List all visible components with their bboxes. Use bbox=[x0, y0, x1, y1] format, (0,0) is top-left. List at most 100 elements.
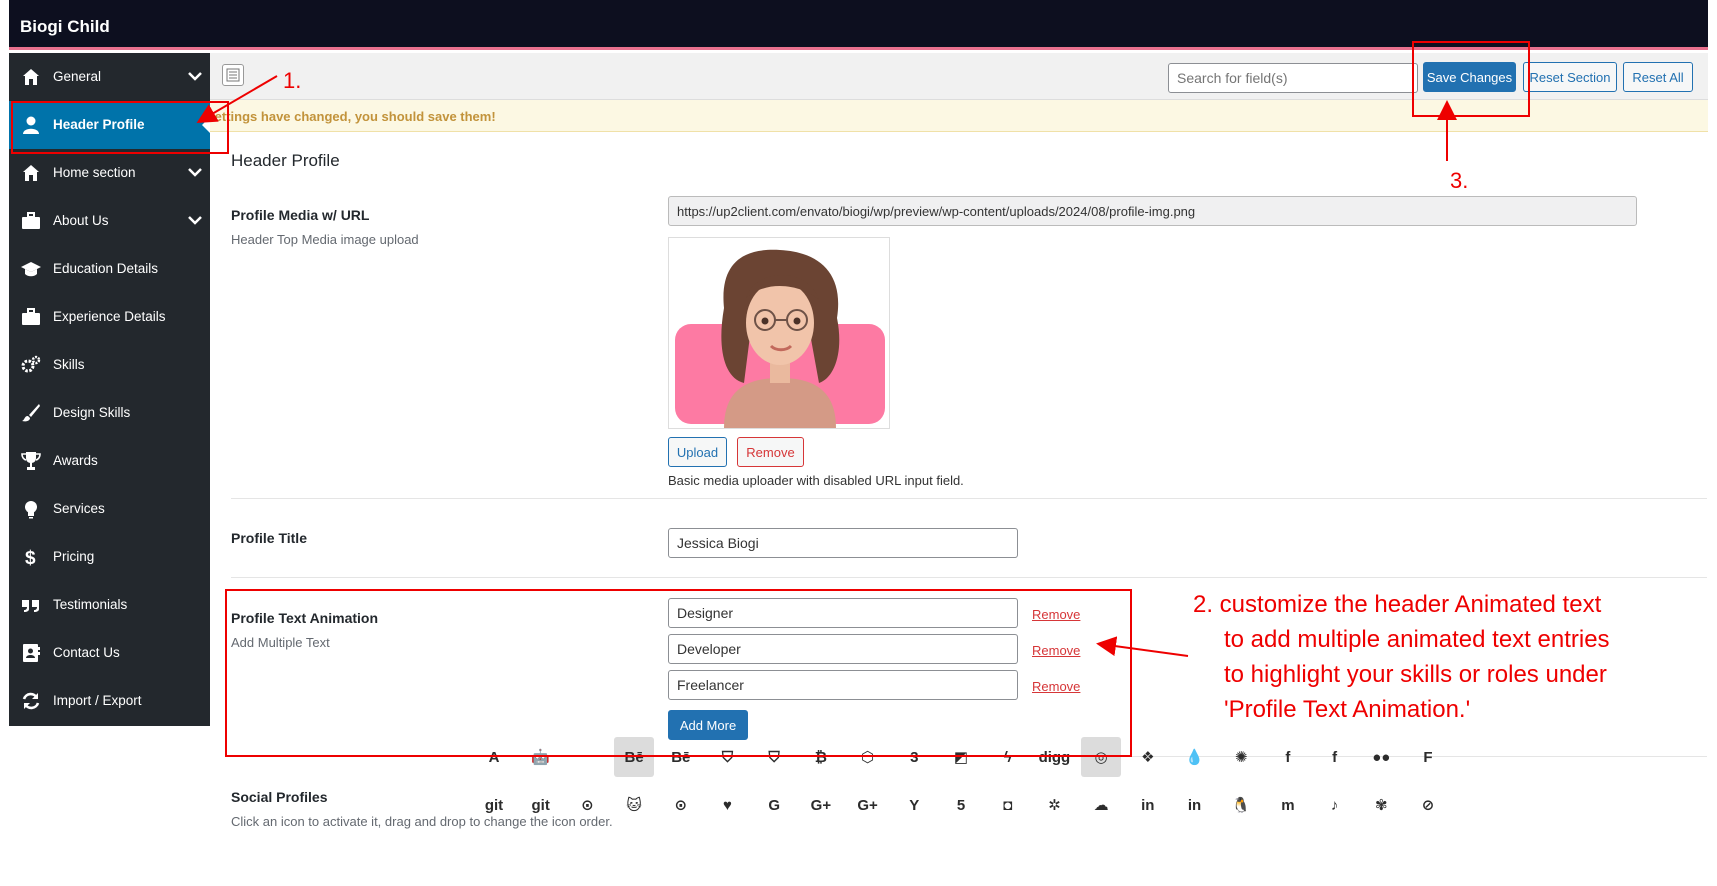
animation-text-input[interactable]: Freelancer bbox=[668, 670, 1018, 700]
sidebar-item-contact-us[interactable]: Contact Us bbox=[9, 629, 210, 677]
trophy-icon bbox=[21, 452, 41, 470]
instagram-icon[interactable]: ◘ bbox=[988, 785, 1028, 825]
profile-title-input[interactable]: Jessica Biogi bbox=[668, 528, 1018, 558]
google-plus-square-icon[interactable]: G+ bbox=[848, 785, 888, 825]
sidebar-item-import-export[interactable]: Import / Export bbox=[9, 677, 210, 725]
foursquare-icon[interactable]: F bbox=[1408, 737, 1448, 777]
remove-entry-link[interactable]: Remove bbox=[1032, 607, 1080, 622]
linux-icon[interactable]: 🐧 bbox=[1221, 785, 1261, 825]
divider bbox=[231, 498, 1707, 499]
add-more-button[interactable]: Add More bbox=[668, 710, 748, 740]
list-icon bbox=[226, 68, 240, 82]
github-icon[interactable]: ⊙ bbox=[567, 785, 607, 825]
sidebar-item-label: General bbox=[53, 69, 102, 84]
sidebar-item-label: Design Skills bbox=[53, 405, 131, 420]
hacker-news-icon[interactable]: Y bbox=[894, 785, 934, 825]
reset-section-button[interactable]: Reset Section bbox=[1523, 62, 1617, 92]
digg-icon[interactable]: digg bbox=[1034, 737, 1074, 777]
facebook-icon[interactable]: f bbox=[1268, 737, 1308, 777]
bitbucket-icon[interactable]: ⛉ bbox=[708, 737, 748, 777]
sidebar-item-experience-details[interactable]: Experience Details bbox=[9, 293, 210, 341]
gratipay-icon[interactable]: ♥ bbox=[708, 785, 748, 825]
user-icon bbox=[23, 116, 39, 134]
animation-text-input[interactable]: Designer bbox=[668, 598, 1018, 628]
briefcase-icon bbox=[22, 308, 40, 325]
sidebar-item-label: Education Details bbox=[53, 261, 159, 276]
expand-toggle-button[interactable] bbox=[222, 64, 244, 86]
apple-icon[interactable] bbox=[567, 737, 607, 777]
sidebar-item-services[interactable]: Services bbox=[9, 485, 210, 533]
briefcase-icon bbox=[22, 212, 40, 229]
pied-piper-icon[interactable]: ✾ bbox=[1361, 785, 1401, 825]
flickr-icon[interactable]: ●● bbox=[1361, 737, 1401, 777]
github-square-icon[interactable]: ⊙ bbox=[661, 785, 701, 825]
sidebar-item-label: Skills bbox=[53, 357, 85, 372]
profile-avatar-image bbox=[675, 249, 885, 428]
chevron-down-icon bbox=[188, 216, 202, 225]
css3-icon[interactable]: 3 bbox=[894, 737, 934, 777]
android-icon[interactable]: 🤖 bbox=[521, 737, 561, 777]
medium-icon[interactable]: m bbox=[1268, 785, 1308, 825]
sidebar-item-label: Pricing bbox=[53, 549, 95, 564]
delicious-icon[interactable]: ◩ bbox=[941, 737, 981, 777]
html5-icon[interactable]: 5 bbox=[941, 785, 981, 825]
animation-text-input[interactable]: Developer bbox=[668, 634, 1018, 664]
dribbble-icon[interactable]: ◎ bbox=[1081, 737, 1122, 777]
empire-icon[interactable]: ✺ bbox=[1221, 737, 1261, 777]
safari-icon[interactable]: ⊘ bbox=[1408, 785, 1448, 825]
dropbox-icon[interactable]: ❖ bbox=[1128, 737, 1168, 777]
sidebar-item-label: Contact Us bbox=[53, 645, 120, 660]
sidebar-item-awards[interactable]: Awards bbox=[9, 437, 210, 485]
tiktok-icon[interactable]: ♪ bbox=[1315, 785, 1355, 825]
google-plus-icon[interactable]: G+ bbox=[801, 785, 841, 825]
sidebar-item-label: Import / Export bbox=[53, 693, 142, 708]
codepen-icon[interactable]: ⬡ bbox=[848, 737, 888, 777]
behance-icon[interactable]: Bē bbox=[614, 737, 655, 777]
bitcoin-icon[interactable]: ₿ bbox=[801, 737, 841, 777]
sidebar-item-pricing[interactable]: $ Pricing bbox=[9, 533, 210, 581]
sidebar-item-general[interactable]: General bbox=[9, 53, 210, 101]
git-square-icon[interactable]: git bbox=[521, 785, 561, 825]
unsaved-notice: Settings have changed, you should save t… bbox=[206, 100, 1708, 132]
joomla-icon[interactable]: ✲ bbox=[1034, 785, 1074, 825]
linkedin-square-icon[interactable]: in bbox=[1175, 785, 1215, 825]
toolbar: Save Changes Reset Section Reset All bbox=[210, 53, 1708, 100]
sidebar-item-label: About Us bbox=[53, 213, 109, 228]
upload-button[interactable]: Upload bbox=[668, 437, 727, 467]
drupal-icon[interactable]: 💧 bbox=[1175, 737, 1215, 777]
sidebar-item-about-us[interactable]: About Us bbox=[9, 197, 210, 245]
behance-square-icon[interactable]: Bē bbox=[661, 737, 701, 777]
sidebar-item-design-skills[interactable]: Design Skills bbox=[9, 389, 210, 437]
bitbucket-square-icon[interactable]: ⛉ bbox=[754, 737, 794, 777]
sidebar-item-testimonials[interactable]: Testimonials bbox=[9, 581, 210, 629]
reset-all-button[interactable]: Reset All bbox=[1623, 62, 1693, 92]
google-icon[interactable]: G bbox=[754, 785, 794, 825]
lightbulb-icon bbox=[25, 501, 37, 519]
sidebar-item-skills[interactable]: Skills bbox=[9, 341, 210, 389]
svg-text:$: $ bbox=[25, 548, 36, 567]
chevron-down-icon bbox=[188, 168, 202, 177]
notice-text: Settings have changed, you should save t… bbox=[206, 109, 496, 124]
profile-title-label: Profile Title bbox=[231, 530, 307, 546]
sidebar-item-header-profile[interactable]: Header Profile bbox=[9, 101, 210, 149]
search-input[interactable] bbox=[1168, 63, 1418, 93]
save-changes-button[interactable]: Save Changes bbox=[1423, 62, 1516, 92]
facebook-square-icon[interactable]: f bbox=[1315, 737, 1355, 777]
sidebar-item-home-section[interactable]: Home section bbox=[9, 149, 210, 197]
remove-entry-link[interactable]: Remove bbox=[1032, 643, 1080, 658]
divider bbox=[231, 577, 1707, 578]
linkedin-icon[interactable]: in bbox=[1128, 785, 1168, 825]
home-icon bbox=[23, 165, 39, 181]
section-title: Header Profile bbox=[231, 151, 340, 170]
git-icon[interactable]: git bbox=[474, 785, 514, 825]
jsfiddle-icon[interactable]: ☁ bbox=[1081, 785, 1121, 825]
github-alt-icon[interactable]: 🐱 bbox=[614, 785, 654, 825]
profile-media-description: Header Top Media image upload bbox=[231, 232, 419, 247]
app-store-icon[interactable]: A bbox=[474, 737, 514, 777]
deviantart-icon[interactable]: ϟ bbox=[988, 737, 1028, 777]
remove-entry-link[interactable]: Remove bbox=[1032, 679, 1080, 694]
address-card-icon bbox=[23, 644, 40, 662]
remove-media-button[interactable]: Remove bbox=[737, 437, 804, 467]
sidebar-item-education-details[interactable]: Education Details bbox=[9, 245, 210, 293]
profile-media-url-field: https://up2client.com/envato/biogi/wp/pr… bbox=[668, 196, 1637, 226]
